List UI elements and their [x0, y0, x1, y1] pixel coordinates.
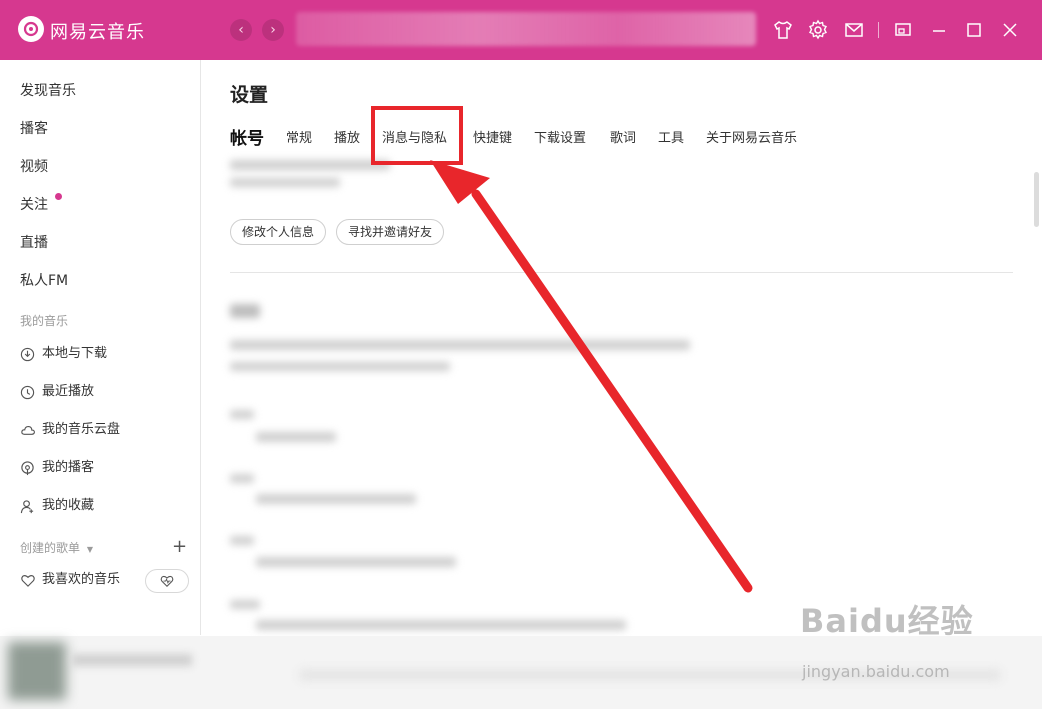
my-music-header: 我的音乐 — [20, 314, 69, 328]
sidebar: 发现音乐 播客 视频 关注 直播 私人FM 我的音乐 本地与下载 最近播放 我的… — [0, 60, 201, 635]
minimize-icon[interactable] — [927, 18, 951, 42]
tab-download[interactable]: 下载设置 — [534, 127, 586, 146]
scrollbar-thumb[interactable] — [1034, 172, 1039, 227]
blurred-text — [230, 362, 450, 371]
watermark-url: jingyan.baidu.com — [802, 662, 950, 681]
chevron-left-icon: ‹ — [238, 22, 244, 38]
heartbeat-icon — [160, 575, 174, 587]
sidebar-item-discover[interactable]: 发现音乐 — [20, 80, 76, 100]
mini-mode-icon[interactable] — [891, 18, 915, 42]
sidebar-item-follow[interactable]: 关注 — [20, 194, 48, 214]
blurred-text — [256, 620, 626, 630]
tab-lyrics[interactable]: 歌词 — [610, 127, 636, 146]
back-button[interactable]: ‹ — [230, 19, 252, 41]
podcast-icon — [21, 461, 34, 476]
blurred-account-info — [230, 160, 390, 170]
baidu-watermark: Baidu经验 jingyan.baidu.com — [800, 596, 974, 681]
blurred-account-info — [230, 178, 340, 187]
heartbeat-mode-button[interactable] — [145, 569, 189, 593]
edit-profile-button[interactable]: 修改个人信息 — [230, 219, 327, 245]
blurred-text — [230, 474, 254, 483]
tab-account[interactable]: 帐号 — [230, 124, 264, 149]
user-icon — [20, 500, 34, 514]
sidebar-item-label: 最近播放 — [42, 384, 95, 399]
forward-button[interactable]: › — [262, 19, 284, 41]
add-playlist-icon[interactable]: + — [172, 536, 187, 557]
caret-down-icon: ▼ — [86, 545, 93, 554]
settings-panel: 设置 帐号 常规 播放 消息与隐私 快捷键 下载设置 歌词 工具 关于网易云音乐… — [201, 60, 1042, 636]
search-input-blurred[interactable] — [296, 12, 756, 46]
sidebar-item-label: 本地与下载 — [42, 346, 108, 361]
created-playlists-label: 创建的歌单 — [20, 541, 81, 555]
titlebar-divider — [878, 22, 879, 38]
album-thumbnail[interactable] — [8, 642, 66, 700]
tab-playback[interactable]: 播放 — [334, 127, 360, 146]
section-divider — [230, 272, 1013, 273]
sidebar-item-video[interactable]: 视频 — [20, 156, 48, 176]
page-title: 设置 — [230, 84, 269, 106]
chevron-right-icon: › — [270, 22, 276, 38]
maximize-icon[interactable] — [962, 18, 986, 42]
mail-icon[interactable] — [842, 18, 866, 42]
watermark-logo-text: Baidu经验 — [800, 602, 974, 640]
sidebar-item-label: 我的播客 — [42, 460, 95, 475]
netease-logo-icon[interactable] — [18, 16, 44, 42]
clock-icon — [20, 385, 35, 400]
title-bar: 网易云音乐 ‹ › — [0, 0, 1042, 60]
tab-shortcuts[interactable]: 快捷键 — [473, 127, 512, 146]
sidebar-item-live[interactable]: 直播 — [20, 232, 48, 252]
sidebar-item-label: 我喜欢的音乐 — [42, 572, 121, 587]
sidebar-item-label: 我的收藏 — [42, 498, 95, 513]
blurred-text — [230, 600, 260, 609]
blurred-text — [230, 536, 254, 545]
sidebar-item-label: 我的音乐云盘 — [42, 422, 121, 437]
download-icon — [20, 347, 35, 362]
annotation-highlight-box — [371, 106, 463, 165]
tab-general[interactable]: 常规 — [286, 127, 312, 146]
sidebar-item-podcast[interactable]: 播客 — [20, 118, 48, 138]
notification-dot — [55, 193, 62, 200]
blurred-section-title — [230, 304, 260, 318]
blurred-song-info — [72, 654, 192, 666]
sidebar-item-fm[interactable]: 私人FM — [20, 270, 68, 290]
blurred-text — [230, 410, 254, 419]
heart-icon — [21, 575, 35, 587]
blurred-text — [256, 432, 336, 442]
app-brand: 网易云音乐 — [50, 22, 145, 43]
gear-icon[interactable] — [806, 18, 830, 42]
blurred-text — [230, 340, 690, 350]
cloud-icon — [21, 425, 35, 435]
find-friends-button[interactable]: 寻找并邀请好友 — [336, 219, 445, 245]
blurred-text — [256, 494, 416, 504]
tab-tools[interactable]: 工具 — [658, 127, 684, 146]
blurred-text — [256, 557, 456, 567]
created-playlists-header[interactable]: 创建的歌单 ▼ — [20, 539, 93, 556]
shirt-icon[interactable] — [771, 18, 795, 42]
close-icon[interactable] — [998, 18, 1022, 42]
tab-about[interactable]: 关于网易云音乐 — [706, 127, 797, 146]
